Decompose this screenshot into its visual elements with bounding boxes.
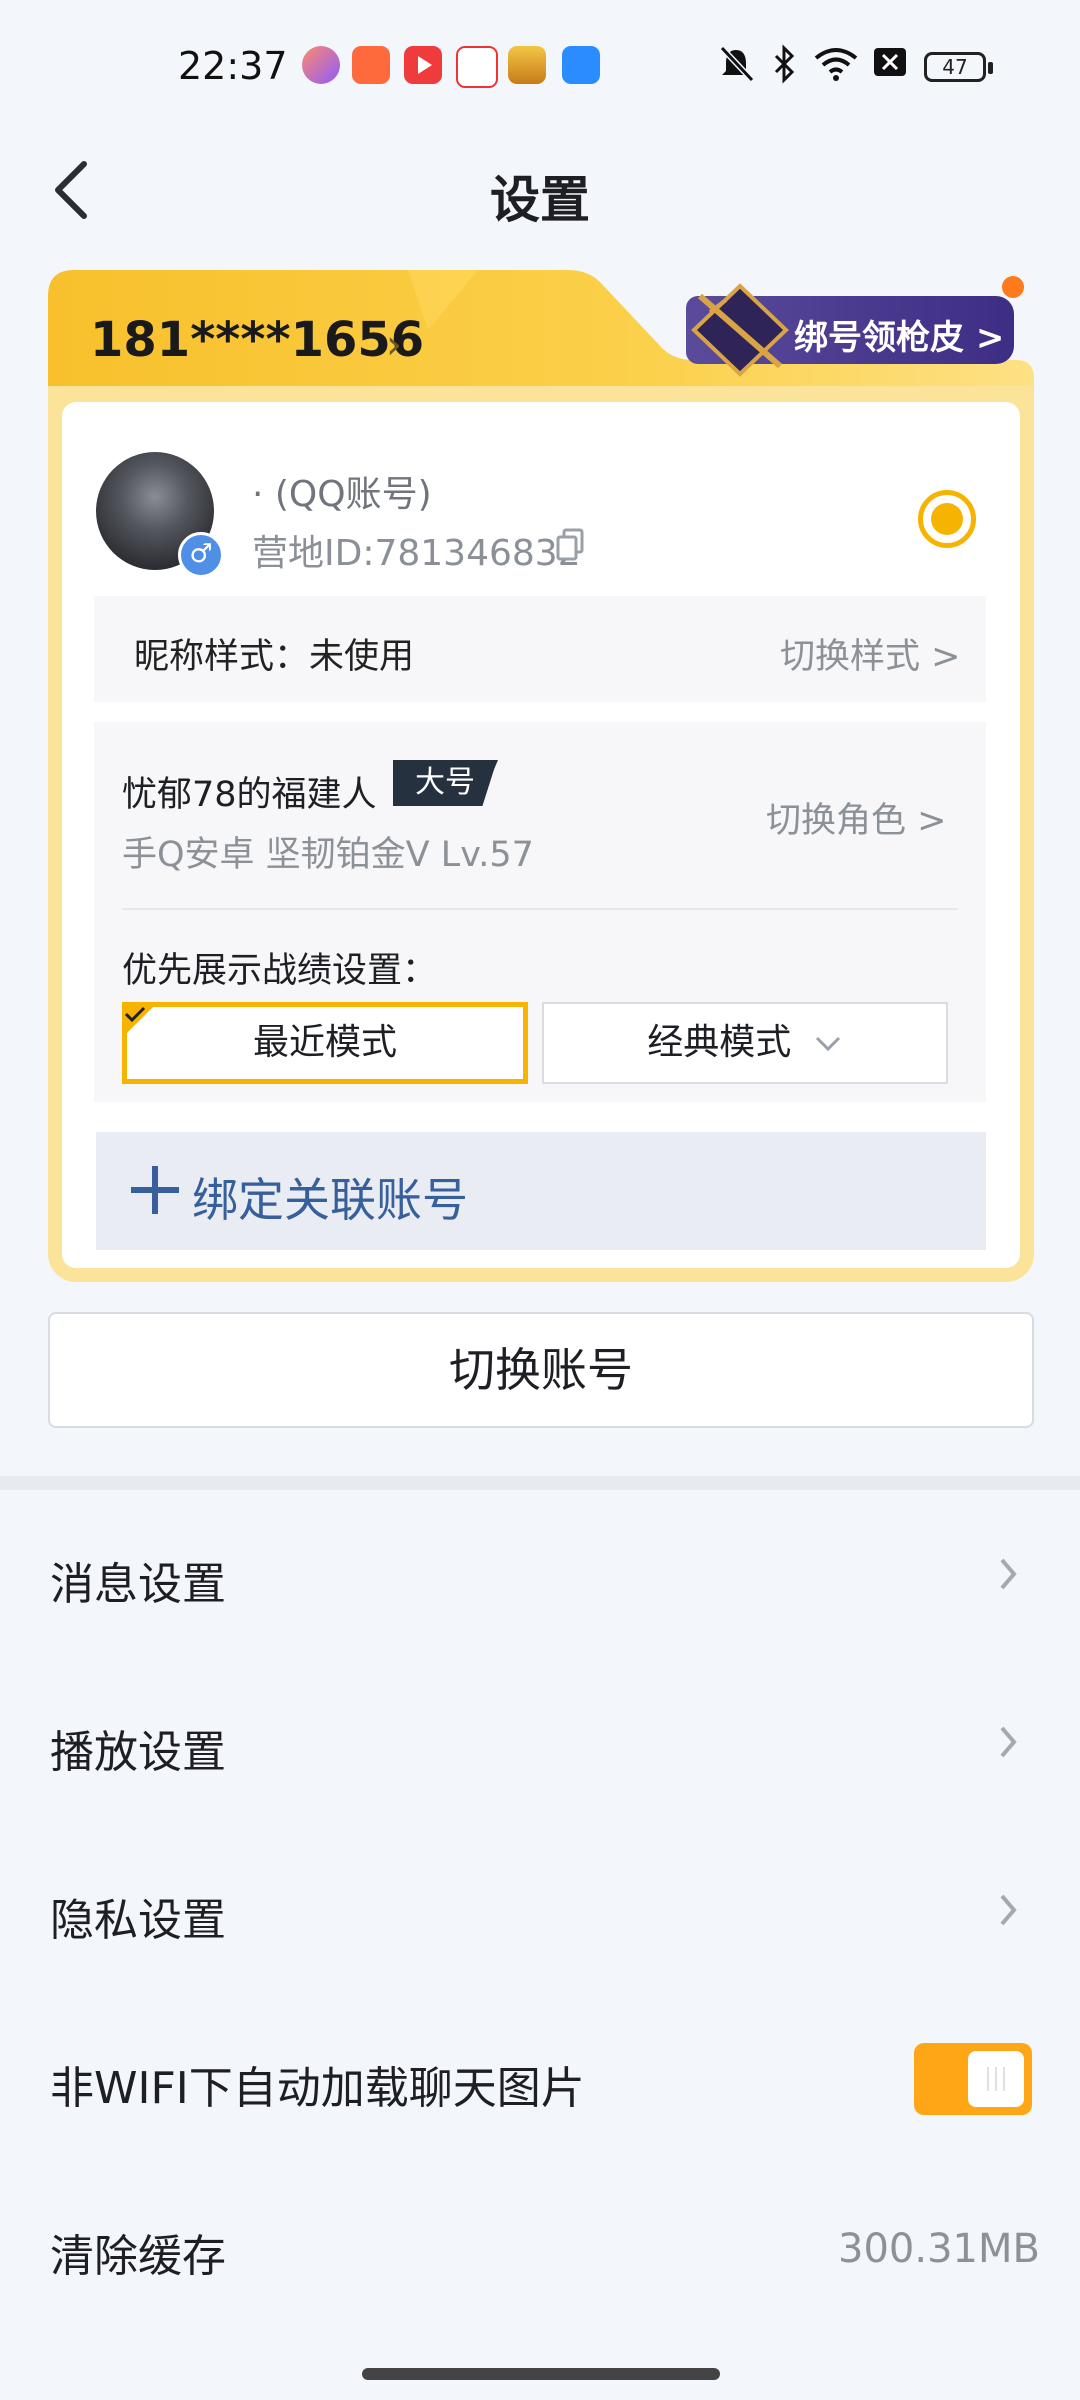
- account-name: · (QQ账号): [252, 474, 432, 515]
- role-name: 忧郁78的福建人: [122, 775, 377, 815]
- chevron-right-icon: [1000, 1726, 1017, 1758]
- switch-account-button[interactable]: 切换账号: [48, 1312, 1034, 1428]
- divider: [122, 908, 958, 910]
- mall-icon: [456, 46, 498, 88]
- classic-mode-dropdown[interactable]: 经典模式: [542, 1002, 948, 1084]
- record-pref-label: 优先展示战绩设置：: [122, 951, 438, 991]
- copy-icon[interactable]: [556, 528, 586, 562]
- classic-mode-label: 经典模式: [647, 1022, 792, 1063]
- files-icon: [562, 46, 600, 84]
- promo-label: 绑号领枪皮 >: [794, 318, 1005, 358]
- plus-icon: [131, 1166, 179, 1214]
- notification-dot: [1002, 276, 1024, 298]
- toggle-knob: [968, 2051, 1024, 2107]
- status-bar: 22:37 47: [0, 0, 1080, 130]
- male-icon: ♂: [178, 532, 224, 578]
- playback-settings-label: 播放设置: [50, 1727, 226, 1778]
- mute-bell-icon: [719, 45, 754, 83]
- role-meta: 手Q安卓 坚韧铂金V Lv.57: [122, 835, 534, 875]
- video-player-icon: [404, 46, 442, 84]
- bind-account-label: 绑定关联账号: [192, 1173, 468, 1227]
- account-selected-radio[interactable]: [918, 490, 976, 548]
- wifi-icon: [814, 48, 858, 81]
- page-title: 设置: [490, 171, 590, 229]
- section-separator: [0, 1476, 1080, 1490]
- peace-elite-icon: [508, 46, 546, 84]
- gun-skin-icon: [691, 283, 789, 377]
- status-time: 22:37: [178, 44, 288, 88]
- recent-mode-button[interactable]: 最近模式: [122, 1002, 528, 1084]
- nickname-style-label: 昵称样式：未使用: [134, 637, 415, 677]
- gamepad-icon: [352, 46, 390, 84]
- chevron-right-icon: [1000, 1894, 1017, 1926]
- battery-icon: 47: [924, 52, 986, 82]
- switch-role-link[interactable]: 切换角色 >: [766, 792, 946, 843]
- switch-style-link[interactable]: 切换样式 >: [780, 628, 960, 679]
- x-icon: [874, 48, 906, 76]
- account-phone[interactable]: 181****1656: [90, 312, 424, 368]
- battery-tip: [988, 62, 993, 74]
- chevron-right-icon: ›: [386, 322, 402, 368]
- home-indicator[interactable]: [362, 2368, 720, 2380]
- camp-id: 营地ID:781346832: [252, 533, 581, 574]
- auto-load-images-label: 非WIFI下自动加载聊天图片: [50, 2063, 585, 2114]
- chevron-down-icon: [815, 1036, 840, 1052]
- game-center-icon: [302, 46, 340, 84]
- chevron-right-icon: [1000, 1558, 1017, 1590]
- cache-size: 300.31MB: [838, 2226, 1040, 2272]
- privacy-settings-label: 隐私设置: [50, 1895, 226, 1946]
- message-settings-label: 消息设置: [50, 1559, 226, 1610]
- clear-cache-label: 清除缓存: [50, 2231, 226, 2282]
- bluetooth-icon: [774, 44, 795, 84]
